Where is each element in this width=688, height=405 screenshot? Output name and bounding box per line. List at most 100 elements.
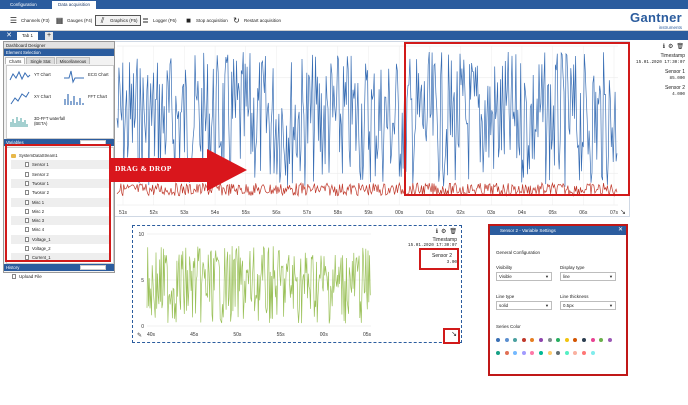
logger-icon: ≣ <box>142 16 149 25</box>
color-swatch[interactable] <box>547 351 552 355</box>
chart-type-yt[interactable]: YT Chart <box>9 68 59 88</box>
tab-charts[interactable]: Charts <box>5 57 26 64</box>
chevron-down-icon: ▼ <box>545 274 549 279</box>
display-type-select[interactable]: line ▼ <box>560 272 616 281</box>
color-swatch[interactable] <box>564 351 569 355</box>
x-tick-label: 55s <box>242 210 251 216</box>
color-swatch[interactable] <box>496 338 500 342</box>
chart-type-3d-fft[interactable]: 3D-FFT waterfall (BETA) <box>9 112 69 136</box>
color-swatch[interactable] <box>556 338 561 342</box>
tab-single-stat[interactable]: Single Stat <box>26 57 55 64</box>
brand-subtitle: instruments <box>658 25 682 30</box>
line-type-value: solid <box>499 303 509 308</box>
history-header[interactable]: History <box>4 264 114 271</box>
color-swatch[interactable] <box>521 338 526 342</box>
color-swatch[interactable] <box>521 351 526 355</box>
file-icon <box>12 274 16 279</box>
color-swatch[interactable] <box>530 351 535 355</box>
color-swatch[interactable] <box>564 338 569 342</box>
tab-miscellaneous[interactable]: Miscellaneous <box>55 57 91 64</box>
bottom-yt-chart[interactable]: 10 5 0 40s 45s 50s 55s 00s 05s ✎ ℹ ⚙ 🗑 Timestamp … <box>132 225 462 343</box>
line-thickness-select[interactable]: 0.5px ▼ <box>560 301 616 310</box>
channels-button[interactable]: ☰ Channels (F3) <box>9 15 50 26</box>
color-swatch[interactable] <box>582 338 586 342</box>
info-icon[interactable]: ℹ <box>436 228 438 235</box>
sensor-2-value: 4.000 <box>672 92 685 97</box>
y-tick-label: 0 <box>141 324 144 330</box>
color-swatch[interactable] <box>573 351 578 355</box>
color-swatch[interactable] <box>539 351 543 355</box>
restart-acquisition-button[interactable]: ↻ Restart acquisition <box>232 15 281 26</box>
x-tick-label: 51s <box>119 210 128 216</box>
color-swatch[interactable] <box>513 351 518 355</box>
element-selection-header[interactable]: Element Selection <box>4 49 114 56</box>
color-swatch[interactable] <box>530 338 535 342</box>
xy-chart-icon <box>10 91 30 105</box>
chart-type-label: ECG Chart <box>88 72 109 77</box>
stop-acquisition-button[interactable]: ■ Stop acquisition <box>184 15 228 26</box>
trash-icon[interactable]: 🗑 <box>676 43 684 50</box>
color-swatch[interactable] <box>556 351 561 355</box>
tab-1[interactable]: Tab 1 <box>17 32 39 40</box>
chart-type-fft[interactable]: FFT Chart <box>63 90 113 110</box>
settings-title: Sensor 2 - Variable Settings <box>500 228 556 233</box>
gear-icon[interactable]: ⚙ <box>668 43 673 50</box>
chart-type-grid: YT Chart ECG Chart XY Chart FFT Chart 3D… <box>6 65 114 139</box>
x-tick-label: 04s <box>518 210 527 216</box>
x-tick-label: 56s <box>272 210 281 216</box>
color-swatch[interactable] <box>582 351 586 355</box>
color-swatch[interactable] <box>539 338 543 342</box>
color-swatch[interactable] <box>504 338 509 342</box>
x-tick-label: 45s <box>190 332 199 338</box>
chart-type-xy[interactable]: XY Chart <box>9 90 59 110</box>
close-icon[interactable]: ✕ <box>5 32 13 40</box>
color-swatch[interactable] <box>599 338 604 342</box>
color-swatch[interactable] <box>513 338 518 342</box>
color-swatch[interactable] <box>504 351 509 355</box>
graphics-button[interactable]: ⫽ Graphics (F5) <box>95 15 141 26</box>
color-swatch[interactable] <box>573 338 578 342</box>
color-swatch[interactable] <box>590 338 595 342</box>
tab-configuration[interactable]: Configuration <box>4 1 43 9</box>
color-swatch[interactable] <box>607 338 612 342</box>
chart-type-label: FFT Chart <box>88 94 108 99</box>
y-tick-label: 10 <box>138 232 144 238</box>
top-tab-bar: Configuration Data acquisition <box>0 0 688 9</box>
tab-data-acquisition[interactable]: Data acquisition <box>52 1 97 9</box>
yt-chart-icon <box>9 70 31 81</box>
history-search-input[interactable] <box>80 265 106 270</box>
stop-label: Stop acquisition <box>196 18 228 23</box>
add-tab-button[interactable]: + <box>45 32 53 40</box>
visibility-select[interactable]: Visible ▼ <box>496 272 552 281</box>
x-tick-label: 00s <box>395 210 404 216</box>
line-type-select[interactable]: solid ▼ <box>496 301 552 310</box>
pencil-icon: ✎ <box>137 332 142 339</box>
color-swatch[interactable] <box>496 351 500 355</box>
gear-icon[interactable]: ⚙ <box>441 228 446 235</box>
x-tick-label: 00s <box>320 332 329 338</box>
line-type-label: Line type <box>496 294 515 299</box>
info-icon[interactable]: ℹ <box>663 43 665 50</box>
x-tick-label: 53s <box>180 210 189 216</box>
gauges-button[interactable]: ▦ Gauges (F4) <box>55 15 93 26</box>
variable-settings-dialog: Sensor 2 - Variable Settings ✕ General C… <box>488 224 628 376</box>
upload-file-label: Upload File <box>19 274 42 279</box>
chevron-down-icon: ▼ <box>545 303 549 308</box>
x-tick-label: 58s <box>334 210 343 216</box>
settings-titlebar: Sensor 2 - Variable Settings ✕ <box>490 226 626 235</box>
bottom-chart-controls: ℹ ⚙ 🗑 <box>436 228 457 235</box>
x-tick-label: 57s <box>303 210 312 216</box>
graphics-label: Graphics (F5) <box>110 18 138 23</box>
color-swatch[interactable] <box>547 338 552 342</box>
line-thickness-value: 0.5px <box>563 303 574 308</box>
resize-highlight <box>443 328 460 344</box>
color-swatch[interactable] <box>590 351 595 355</box>
close-icon[interactable]: ✕ <box>618 226 623 235</box>
trash-icon[interactable]: 🗑 <box>449 228 457 235</box>
toolbar: ☰ Channels (F3) ▦ Gauges (F4) ⫽ Graphics… <box>0 9 688 31</box>
chart-type-ecg[interactable]: ECG Chart <box>63 68 113 88</box>
x-tick-label: 07s <box>610 210 619 216</box>
logger-button[interactable]: ≣ Logger (F6) <box>141 15 176 26</box>
upload-file-item[interactable]: Upload File <box>12 274 42 279</box>
history-title: History <box>6 265 20 270</box>
